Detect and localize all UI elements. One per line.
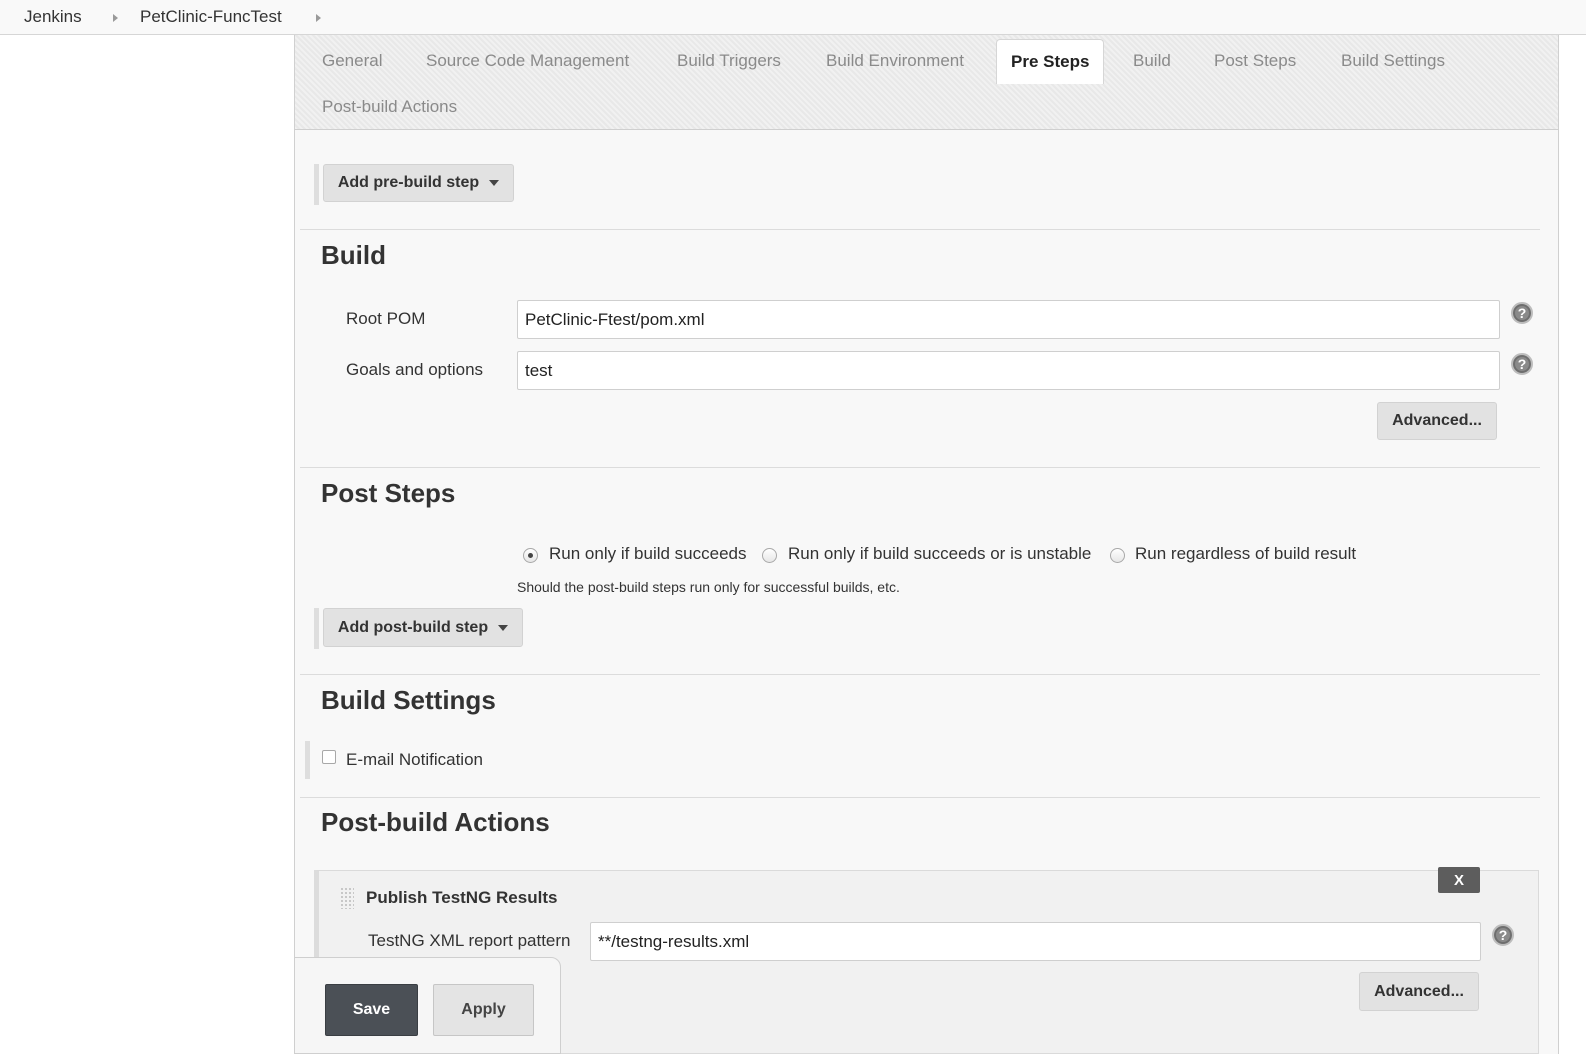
email-notification-label: E-mail Notification [346, 750, 483, 769]
save-button[interactable]: Save [325, 984, 418, 1036]
chevron-down-icon [498, 624, 509, 631]
radio-run-if-unstable-label: Run only if build succeeds or is unstabl… [788, 544, 1092, 563]
testng-pattern-label: TestNG XML report pattern [368, 931, 571, 950]
post-steps-section-title: Post Steps [321, 478, 456, 508]
breadcrumb-separator-icon [113, 14, 118, 22]
post-steps-hint: Should the post-build steps run only for… [517, 579, 900, 595]
section-divider [300, 229, 1540, 230]
tab-build-settings[interactable]: Build Settings [1341, 51, 1445, 71]
testng-advanced-button[interactable]: Advanced... [1359, 972, 1479, 1011]
pre-step-drop-zone [314, 164, 319, 205]
tab-build-environment[interactable]: Build Environment [826, 51, 964, 71]
radio-run-regardless-label: Run regardless of build result [1135, 544, 1357, 563]
tab-pre-steps[interactable]: Pre Steps [996, 39, 1105, 84]
tab-post-steps[interactable]: Post Steps [1214, 51, 1296, 71]
section-divider [300, 674, 1540, 675]
radio-run-if-unstable[interactable] [762, 548, 777, 563]
add-post-build-step-label: Add post-build step [337, 618, 489, 636]
breadcrumb: Jenkins PetClinic-FuncTest [0, 0, 1586, 35]
add-post-build-step-button[interactable]: Add post-build step [323, 608, 523, 647]
add-pre-build-step-button[interactable]: Add pre-build step [323, 164, 514, 202]
goals-input[interactable] [517, 351, 1500, 390]
publisher-title: Publish TestNG Results [366, 888, 558, 907]
tab-post-build-actions[interactable]: Post-build Actions [322, 97, 457, 117]
config-tab-bar: General Source Code Management Build Tri… [294, 35, 1559, 130]
testng-pattern-input[interactable] [590, 922, 1481, 961]
post-step-drop-zone [314, 608, 319, 649]
root-pom-label: Root POM [346, 309, 426, 328]
tab-general[interactable]: General [322, 51, 382, 71]
tab-build-triggers[interactable]: Build Triggers [677, 51, 781, 71]
build-advanced-button[interactable]: Advanced... [1377, 402, 1497, 440]
radio-run-regardless[interactable] [1110, 548, 1125, 563]
chevron-down-icon [489, 180, 500, 186]
section-divider [300, 467, 1540, 468]
radio-run-if-success[interactable] [523, 548, 538, 563]
breadcrumb-menu-arrow-icon[interactable] [316, 14, 321, 22]
build-settings-section-title: Build Settings [321, 685, 496, 715]
radio-run-if-success-label: Run only if build succeeds [549, 544, 747, 563]
email-option-bar [305, 741, 310, 779]
tab-build[interactable]: Build [1133, 51, 1171, 71]
add-pre-build-step-label: Add pre-build step [337, 174, 480, 191]
goals-label: Goals and options [346, 360, 484, 379]
post-build-section-title: Post-build Actions [321, 807, 550, 837]
section-divider [300, 797, 1540, 798]
root-pom-help-icon[interactable]: ? [1511, 302, 1533, 324]
breadcrumb-item-project[interactable]: PetClinic-FuncTest [140, 7, 282, 27]
breadcrumb-item-jenkins[interactable]: Jenkins [24, 7, 82, 27]
drag-handle-icon[interactable] [340, 887, 354, 909]
delete-publisher-button[interactable]: X [1438, 867, 1480, 893]
build-section-title: Build [321, 240, 386, 270]
tab-source-code-management[interactable]: Source Code Management [426, 51, 629, 71]
testng-pattern-help-icon[interactable]: ? [1492, 924, 1514, 946]
goals-help-icon[interactable]: ? [1511, 353, 1533, 375]
email-notification-checkbox[interactable] [322, 750, 336, 764]
apply-button[interactable]: Apply [433, 984, 534, 1036]
root-pom-input[interactable] [517, 300, 1500, 339]
